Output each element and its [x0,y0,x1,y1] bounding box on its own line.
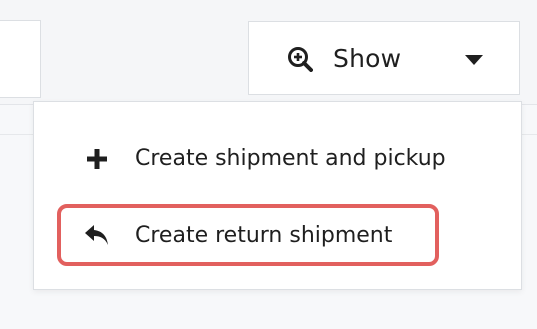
show-button[interactable]: Show [248,21,520,95]
caret-down-icon[interactable] [465,55,483,65]
menu-item-label: Create shipment and pickup [135,146,446,171]
menu-item-label: Create return shipment [135,223,393,248]
zoom-in-icon [288,47,313,72]
menu-item-create-return-shipment[interactable]: Create return shipment [34,206,521,266]
reply-arrow-icon [85,225,108,245]
plus-icon [87,149,107,169]
show-button-label: Show [333,44,402,73]
show-dropdown-menu: Create shipment and pickup Create return… [33,101,522,290]
toolbar: Show [0,0,537,105]
toolbar-left-control[interactable] [0,20,41,98]
menu-item-create-shipment-and-pickup[interactable]: Create shipment and pickup [34,129,521,189]
